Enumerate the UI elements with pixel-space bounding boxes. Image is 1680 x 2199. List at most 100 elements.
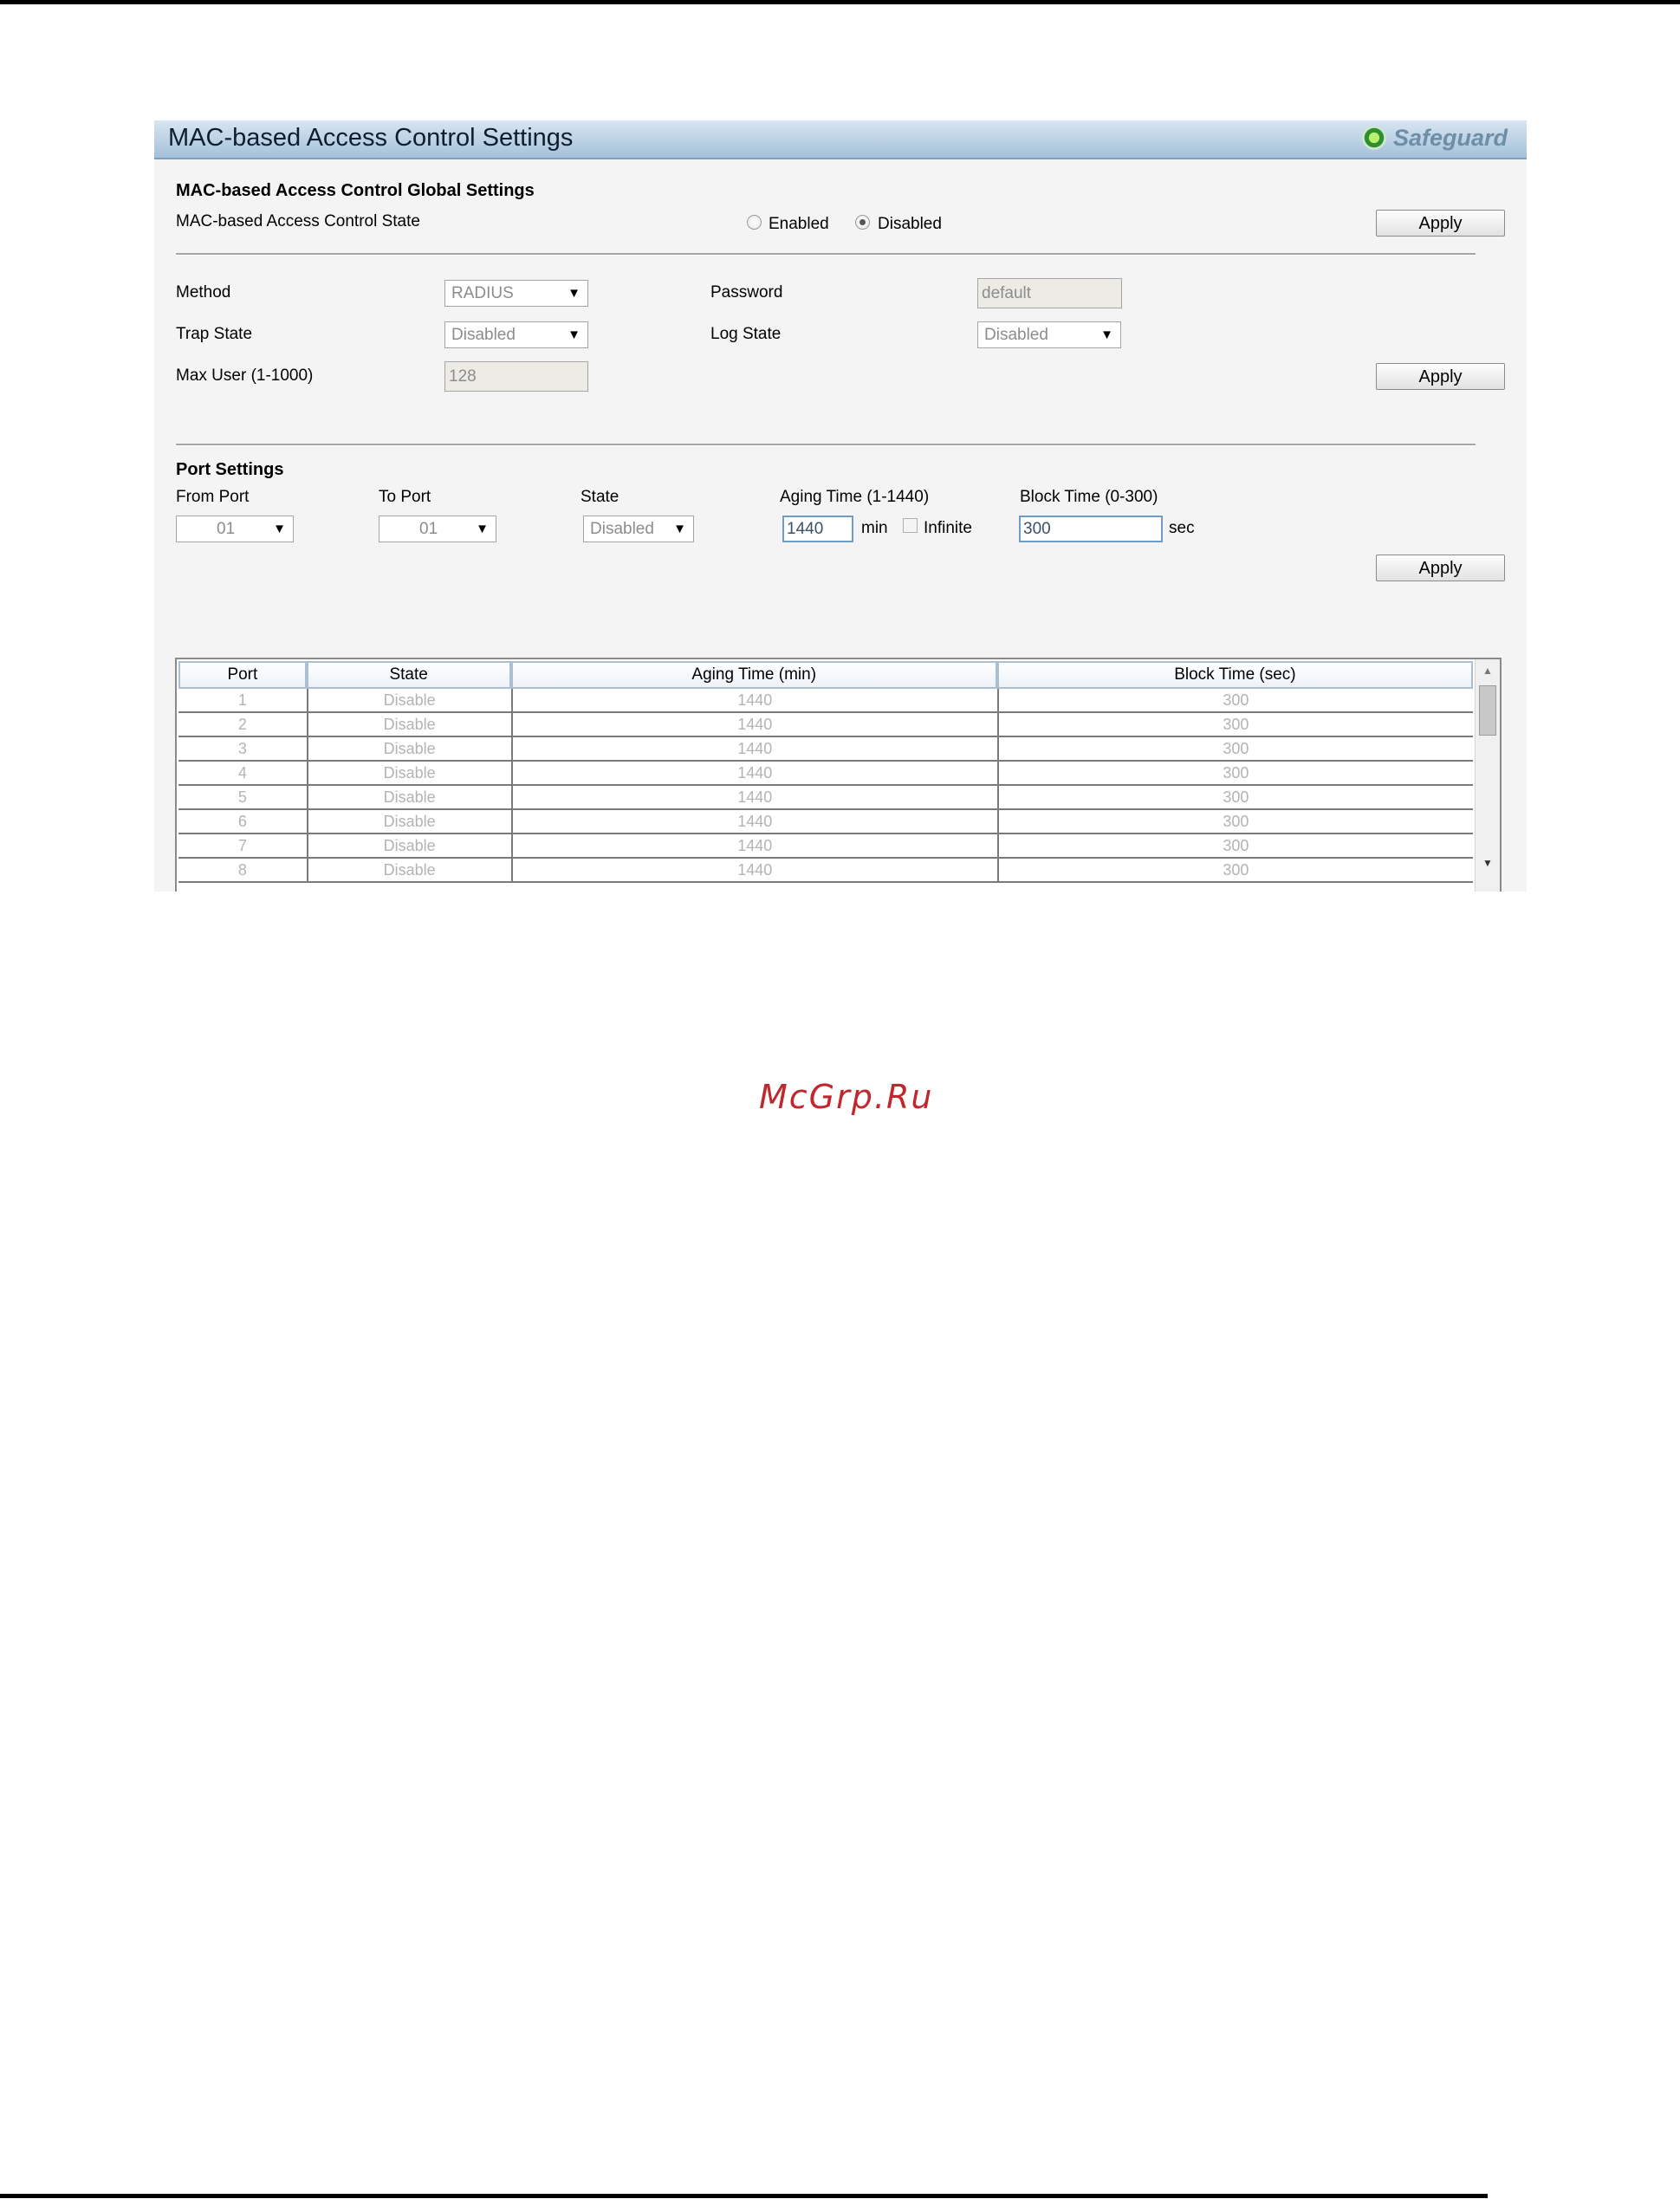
table-cell: 1440 — [510, 834, 997, 859]
port-state-value: Disabled — [590, 520, 654, 538]
table-row: 8 Disable 1440 300 — [178, 859, 1473, 883]
table-cell: 1440 — [510, 810, 997, 834]
to-port-label: To Port — [379, 488, 431, 506]
table-cell: 1440 — [510, 737, 997, 762]
from-port-value: 01 — [217, 520, 236, 538]
port-state-select[interactable]: Disabled ▼ — [583, 516, 694, 542]
block-unit-label: sec — [1169, 519, 1195, 537]
log-state-value: Disabled — [984, 326, 1048, 344]
table-cell: Disable — [306, 737, 511, 762]
from-port-select[interactable]: 01 ▼ — [176, 516, 294, 542]
table-cell: Disable — [306, 713, 511, 737]
table-cell: 300 — [996, 859, 1473, 883]
port-settings-heading: Port Settings — [176, 460, 284, 479]
table-cell: 1440 — [510, 786, 997, 810]
aging-time-label: Aging Time (1-1440) — [780, 488, 930, 506]
table-cell: 8 — [178, 859, 307, 883]
method-label: Method — [176, 283, 231, 302]
enabled-label: Enabled — [769, 215, 829, 233]
table-cell: 3 — [178, 737, 307, 762]
table-cell: 1 — [178, 689, 307, 713]
config-apply-button[interactable]: Apply — [1376, 363, 1505, 390]
table-cell: 300 — [996, 737, 1473, 762]
column-header: Aging Time (min) — [510, 661, 997, 689]
column-header: Port — [178, 661, 307, 689]
table-row: 3 Disable 1440 300 — [178, 737, 1473, 762]
scroll-down-icon[interactable]: ▼ — [1482, 857, 1493, 869]
state-label: MAC-based Access Control State — [176, 212, 420, 230]
table-cell: 300 — [996, 713, 1473, 737]
chevron-down-icon: ▼ — [568, 286, 581, 301]
to-port-select[interactable]: 01 ▼ — [379, 516, 496, 542]
chevron-down-icon: ▼ — [568, 328, 581, 342]
table-cell: 300 — [996, 810, 1473, 834]
table-scrollbar[interactable]: ▲ ▼ — [1475, 659, 1500, 892]
table-row: 1 Disable 1440 300 — [178, 689, 1473, 713]
settings-panel: MAC-based Access Control Settings Safegu… — [154, 120, 1527, 892]
scroll-up-icon[interactable]: ▲ — [1482, 665, 1493, 677]
log-state-select[interactable]: Disabled ▼ — [977, 321, 1121, 348]
table-cell: 7 — [178, 834, 307, 859]
column-header: Block Time (sec) — [996, 661, 1473, 689]
block-time-label: Block Time (0-300) — [1020, 488, 1158, 506]
infinite-label: Infinite — [924, 519, 972, 537]
table-cell: 2 — [178, 713, 307, 737]
column-header: State — [306, 661, 511, 689]
state-column-label: State — [581, 488, 619, 506]
method-select[interactable]: RADIUS ▼ — [444, 280, 588, 307]
port-table: Port State Aging Time (min) Block Time (… — [178, 661, 1473, 883]
global-settings-heading: MAC-based Access Control Global Settings — [176, 181, 535, 200]
port-table-container: Port State Aging Time (min) Block Time (… — [175, 658, 1502, 892]
watermark-text: McGrp.Ru — [759, 1078, 934, 1116]
top-rule — [0, 0, 1680, 4]
chevron-down-icon: ▼ — [273, 522, 286, 536]
disabled-label: Disabled — [878, 215, 942, 233]
from-port-label: From Port — [176, 488, 250, 506]
aging-time-input[interactable]: 1440 — [782, 516, 853, 542]
password-label: Password — [710, 283, 783, 302]
table-cell: Disable — [306, 762, 511, 786]
table-cell: Disable — [306, 689, 511, 713]
table-cell: 1440 — [510, 689, 997, 713]
table-row: 6 Disable 1440 300 — [178, 810, 1473, 834]
enabled-radio[interactable] — [747, 215, 762, 230]
table-cell: 300 — [996, 762, 1473, 786]
safeguard-label: Safeguard — [1392, 124, 1508, 151]
to-port-value: 01 — [419, 520, 438, 538]
table-cell: 4 — [178, 762, 307, 786]
separator — [176, 444, 1476, 446]
max-user-field[interactable]: 128 — [444, 361, 588, 392]
table-row: 2 Disable 1440 300 — [178, 713, 1473, 737]
table-cell: Disable — [306, 810, 511, 834]
table-header-row: Port State Aging Time (min) Block Time (… — [178, 661, 1473, 689]
log-state-label: Log State — [710, 325, 782, 343]
table-cell: 1440 — [510, 713, 997, 737]
table-cell: Disable — [306, 786, 511, 810]
table-row: 5 Disable 1440 300 — [178, 786, 1473, 810]
trap-state-select[interactable]: Disabled ▼ — [444, 321, 588, 348]
method-value: RADIUS — [451, 284, 514, 302]
chevron-down-icon: ▼ — [673, 522, 686, 536]
table-cell: 300 — [996, 689, 1473, 713]
scrollbar-thumb[interactable] — [1479, 685, 1496, 736]
table-row: 7 Disable 1440 300 — [178, 834, 1473, 859]
safeguard-indicator: Safeguard — [1361, 124, 1508, 151]
global-apply-button[interactable]: Apply — [1376, 210, 1505, 237]
table-cell: 300 — [996, 786, 1473, 810]
table-cell: 1440 — [510, 859, 997, 883]
table-row: 4 Disable 1440 300 — [178, 762, 1473, 786]
table-cell: Disable — [306, 859, 511, 883]
infinite-checkbox[interactable] — [903, 518, 918, 533]
password-field[interactable]: default — [977, 278, 1122, 308]
safeguard-status-icon — [1361, 126, 1386, 150]
block-time-input[interactable]: 300 — [1019, 516, 1163, 542]
trap-state-label: Trap State — [176, 325, 253, 343]
title-bar: MAC-based Access Control Settings Safegu… — [154, 120, 1527, 159]
disabled-radio[interactable] — [855, 215, 870, 230]
chevron-down-icon: ▼ — [1100, 328, 1113, 342]
trap-state-value: Disabled — [451, 326, 516, 344]
table-cell: 6 — [178, 810, 307, 834]
table-cell: 5 — [178, 786, 307, 810]
port-apply-button[interactable]: Apply — [1376, 555, 1505, 581]
table-cell: 1440 — [510, 762, 997, 786]
